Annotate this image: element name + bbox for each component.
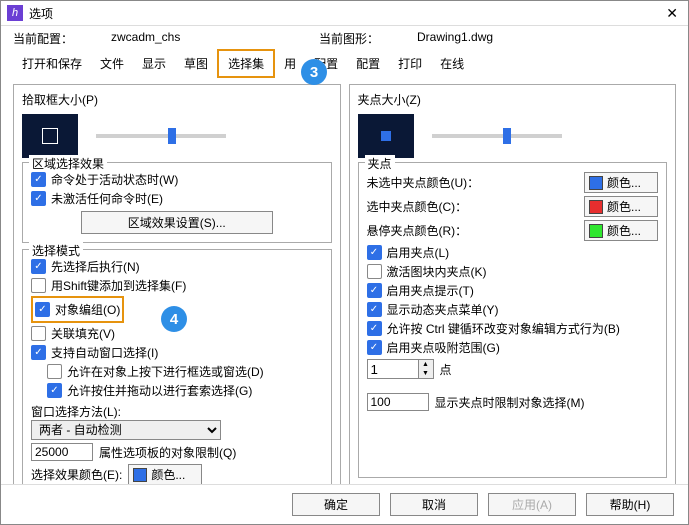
object-limit-label: 属性选项板的对象限制(Q) — [99, 444, 236, 461]
drawing-value: Drawing1.dwg — [417, 30, 617, 47]
spin-down-icon[interactable]: ▼ — [418, 369, 433, 378]
object-grouping-highlight: 对象编组(O) — [31, 296, 124, 323]
grip-group: 夹点 未选中夹点颜色(U)： 颜色... 选中夹点颜色(C)： 颜色... 悬停… — [358, 162, 668, 478]
grip-size-label: 夹点大小(Z) — [358, 91, 668, 108]
tab-draft[interactable]: 草图 — [175, 51, 217, 76]
chk-press-drag-lasso[interactable]: 允许按住并拖动以进行套索选择(G) — [47, 382, 323, 399]
tab-print[interactable]: 打印 — [389, 51, 431, 76]
config-row: 当前配置： zwcadm_chs 当前图形： Drawing1.dwg — [1, 26, 688, 49]
selection-mode-group: 选择模式 先选择后执行(N) 用Shift键添加到选择集(F) 对象编组(O) … — [22, 249, 332, 497]
snap-range-unit: 点 — [440, 361, 452, 378]
pickbox-preview — [22, 114, 78, 158]
snap-range-input[interactable]: ▲▼ — [367, 359, 434, 379]
tab-open-save[interactable]: 打开和保存 — [13, 51, 91, 76]
chk-dynamic-grip-menu[interactable]: 显示动态夹点菜单(Y) — [367, 301, 659, 318]
window-select-label: 窗口选择方法(L): — [31, 403, 323, 420]
right-panel: 夹点大小(Z) 夹点 未选中夹点颜色(U)： 颜色... 选中夹点颜色(C)： … — [349, 84, 677, 510]
selection-color-button[interactable]: 颜色... — [128, 464, 202, 485]
tab-bar: 打开和保存 文件 显示 草图 选择集 用 配置 配置 打印 在线 — [1, 49, 688, 78]
chk-grip-tips[interactable]: 启用夹点提示(T) — [367, 282, 659, 299]
chk-grip-snap-range[interactable]: 启用夹点吸附范围(G) — [367, 339, 659, 356]
apply-button[interactable]: 应用(A) — [488, 493, 576, 516]
chk-noun-verb[interactable]: 先选择后执行(N) — [31, 258, 323, 275]
tab-selection[interactable]: 选择集 — [217, 49, 275, 78]
hover-grip-color-button[interactable]: 颜色... — [584, 220, 658, 241]
unselected-grip-label: 未选中夹点颜色(U)： — [367, 174, 579, 191]
tab-display[interactable]: 显示 — [133, 51, 175, 76]
app-icon: h — [7, 5, 23, 21]
grip-preview — [358, 114, 414, 158]
region-effect-group: 区域选择效果 命令处于活动状态时(W) 未激活任何命令时(E) 区域效果设置(S… — [22, 162, 332, 243]
ok-button[interactable]: 确定 — [292, 493, 380, 516]
selected-grip-color-button[interactable]: 颜色... — [584, 196, 658, 217]
chk-shift-add[interactable]: 用Shift键添加到选择集(F) — [31, 277, 323, 294]
display-limit-label: 显示夹点时限制对象选择(M) — [435, 394, 585, 411]
pickbox-slider[interactable] — [96, 134, 226, 138]
chk-auto-window[interactable]: 支持自动窗口选择(I) — [31, 344, 323, 361]
window-title: 选项 — [29, 5, 662, 22]
title-bar: h 选项 ✕ — [1, 1, 688, 26]
chk-enable-grips[interactable]: 启用夹点(L) — [367, 244, 659, 261]
chk-ctrl-cycle[interactable]: 允许按 Ctrl 键循环改变对象编辑方式行为(B) — [367, 320, 659, 337]
display-limit-input[interactable] — [367, 393, 429, 411]
close-icon[interactable]: ✕ — [662, 5, 682, 22]
tab-config2[interactable]: 配置 — [347, 51, 389, 76]
selection-mode-title: 选择模式 — [29, 242, 83, 259]
left-panel: 拾取框大小(P) 区域选择效果 命令处于活动状态时(W) 未激活任何命令时(E)… — [13, 84, 341, 510]
config-value: zwcadm_chs — [111, 30, 311, 47]
region-effect-settings-button[interactable]: 区域效果设置(S)... — [81, 211, 273, 234]
pickbox-size-label: 拾取框大小(P) — [22, 91, 332, 108]
chk-object-grouping[interactable]: 对象编组(O) — [35, 301, 120, 318]
grip-slider[interactable] — [432, 134, 562, 138]
hover-grip-label: 悬停夹点颜色(R)： — [367, 222, 579, 239]
chk-no-command[interactable]: 未激活任何命令时(E) — [31, 190, 323, 207]
tab-online[interactable]: 在线 — [431, 51, 473, 76]
callout-4: 4 — [161, 306, 187, 332]
dialog-footer: 确定 取消 应用(A) 帮助(H) — [1, 484, 688, 524]
spin-up-icon[interactable]: ▲ — [418, 360, 433, 369]
callout-3: 3 — [301, 59, 327, 85]
cancel-button[interactable]: 取消 — [390, 493, 478, 516]
drawing-label: 当前图形： — [319, 30, 409, 47]
window-select-method[interactable]: 两者 - 自动检测 — [31, 420, 221, 440]
object-limit-input[interactable] — [31, 443, 93, 461]
selected-grip-label: 选中夹点颜色(C)： — [367, 198, 579, 215]
tab-file[interactable]: 文件 — [91, 51, 133, 76]
grip-group-title: 夹点 — [365, 155, 395, 172]
help-button[interactable]: 帮助(H) — [586, 493, 674, 516]
unselected-grip-color-button[interactable]: 颜色... — [584, 172, 658, 193]
config-label: 当前配置： — [13, 30, 103, 47]
region-effect-title: 区域选择效果 — [29, 155, 107, 172]
selection-color-label: 选择效果颜色(E): — [31, 466, 122, 483]
chk-active-command[interactable]: 命令处于活动状态时(W) — [31, 171, 323, 188]
chk-press-drag-window[interactable]: 允许在对象上按下进行框选或窗选(D) — [47, 363, 323, 380]
chk-grips-in-block[interactable]: 激活图块内夹点(K) — [367, 263, 659, 280]
